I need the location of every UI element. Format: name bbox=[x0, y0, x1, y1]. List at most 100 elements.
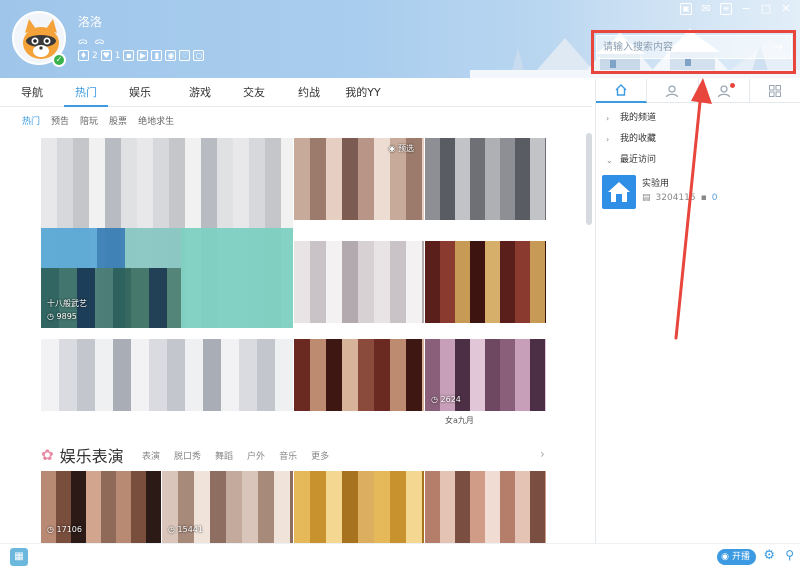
section-title[interactable]: 娱乐表演 bbox=[60, 443, 124, 467]
stream-card[interactable] bbox=[294, 241, 424, 323]
stream-card-viewers: ◷ 2624 bbox=[431, 395, 461, 404]
mobile-icon[interactable]: ▮ bbox=[151, 50, 163, 61]
tab-games[interactable]: 游戏 bbox=[172, 79, 228, 107]
tab-navigation[interactable]: 导航 bbox=[0, 79, 64, 107]
tab-my-yy[interactable]: 我的YY bbox=[338, 79, 388, 107]
stream-card-viewers: ◷ 17106 bbox=[47, 525, 82, 534]
live-icon: ◉ bbox=[721, 552, 729, 562]
tree-item-label: 我的频道 bbox=[620, 113, 657, 123]
chevron-right-icon[interactable]: › bbox=[540, 447, 545, 461]
recent-room-item[interactable]: 实验用 ▤ 3204115 ▪ 0 bbox=[602, 175, 717, 209]
go-live-label: 开播 bbox=[731, 552, 750, 562]
viewer-count: 15441 bbox=[177, 525, 203, 534]
username[interactable]: 洛洛 bbox=[78, 13, 102, 30]
minimize-icon[interactable]: − bbox=[740, 3, 752, 15]
message-icon[interactable]: ✉ bbox=[700, 3, 712, 15]
stream-grid: 十八般武艺 ◷ 9895 ◉ 预选 ◷ 2624 女a九月 ✿ 娱乐表演 表演 … bbox=[0, 133, 592, 543]
online-count: 0 bbox=[711, 193, 718, 203]
heart-icon[interactable]: ♡ bbox=[179, 50, 191, 61]
skin-icon[interactable]: ▣ bbox=[680, 3, 692, 15]
subnav-stocks[interactable]: 股票 bbox=[109, 114, 127, 127]
tab-battle[interactable]: 约战 bbox=[280, 79, 338, 107]
chevron-right-icon: › bbox=[606, 135, 610, 144]
go-live-button[interactable]: ◉ 开播 bbox=[717, 549, 756, 565]
notification-dot bbox=[729, 83, 735, 88]
tab-home[interactable] bbox=[596, 79, 648, 103]
viewer-count: 17106 bbox=[56, 525, 82, 534]
stream-card[interactable] bbox=[425, 138, 546, 220]
section-tab-talk[interactable]: 脱口秀 bbox=[174, 449, 201, 462]
section-tab-outdoor[interactable]: 户外 bbox=[247, 449, 265, 462]
viewer-count: 9895 bbox=[56, 312, 77, 321]
stream-card[interactable] bbox=[294, 339, 424, 411]
subnav-playmate[interactable]: 陪玩 bbox=[80, 114, 98, 127]
stream-card[interactable] bbox=[294, 471, 424, 543]
online-count-icon: ▪ bbox=[700, 193, 707, 203]
window-controls: ▣ ✉ ≡ − □ ✕ bbox=[680, 3, 792, 15]
main-nav: 导航 热门 娱乐 游戏 交友 约战 我的YY bbox=[0, 79, 592, 107]
stream-card[interactable]: ◷ 2624 bbox=[425, 339, 546, 411]
section-tab-more[interactable]: 更多 bbox=[311, 449, 329, 462]
scrollbar-thumb[interactable] bbox=[586, 133, 592, 225]
gear-icon[interactable]: ⚙ bbox=[763, 548, 775, 563]
tab-social[interactable]: 交友 bbox=[228, 79, 280, 107]
fans-count: 1 bbox=[114, 50, 121, 61]
channel-tree: › 我的频道 › 我的收藏 ⌄ 最近访问 bbox=[596, 103, 800, 171]
tree-item-recent[interactable]: ⌄ 最近访问 bbox=[596, 150, 800, 171]
section-tab-music[interactable]: 音乐 bbox=[279, 449, 297, 462]
app-center-icon[interactable]: ▦ bbox=[10, 548, 28, 566]
vip-icon[interactable]: ○ bbox=[193, 50, 205, 61]
stream-card[interactable] bbox=[425, 241, 546, 323]
section-tabs: 表演 脱口秀 舞蹈 户外 音乐 更多 bbox=[142, 449, 329, 462]
subnav-preview[interactable]: 预告 bbox=[51, 114, 69, 127]
room-id: 3204115 bbox=[655, 193, 696, 203]
home-icon bbox=[615, 84, 627, 96]
stream-card-caption: 十八般武艺 bbox=[47, 299, 87, 308]
flower-icon: ✿ bbox=[41, 446, 54, 464]
tree-item-label: 最近访问 bbox=[620, 155, 657, 165]
stream-card-caption: 女a九月 bbox=[445, 416, 474, 425]
sub-nav: 热门 预告 陪玩 股票 绝地求生 bbox=[0, 107, 592, 133]
subnav-pubg[interactable]: 绝地求生 bbox=[138, 114, 174, 127]
level-icon[interactable]: ♦ bbox=[78, 50, 89, 61]
gift-icon[interactable]: ♥ bbox=[100, 50, 112, 61]
chevron-down-icon: ⌄ bbox=[606, 156, 613, 165]
friend-icon bbox=[717, 85, 730, 98]
subnav-hot[interactable]: 热门 bbox=[22, 114, 40, 127]
maximize-icon[interactable]: □ bbox=[760, 3, 772, 15]
noble-icon[interactable]: ▪ bbox=[123, 50, 135, 61]
game-icon[interactable]: ◉ bbox=[165, 50, 177, 61]
video-icon[interactable]: ▶ bbox=[137, 50, 149, 61]
user-badges: ♦ 2 ♥ 1 ▪ ▶ ▮ ◉ ♡ ○ bbox=[78, 50, 205, 61]
tab-apps[interactable] bbox=[750, 79, 800, 103]
room-name: 实验用 bbox=[642, 179, 670, 189]
online-status-icon: ✓ bbox=[52, 53, 66, 67]
section-header: ✿ 娱乐表演 bbox=[41, 443, 124, 467]
chevron-right-icon: › bbox=[606, 114, 610, 123]
tab-hot[interactable]: 热门 bbox=[64, 79, 108, 107]
close-icon[interactable]: ✕ bbox=[780, 3, 792, 15]
preview-label: 预选 bbox=[398, 144, 414, 153]
search-icon[interactable]: ⚲ bbox=[785, 548, 794, 562]
section-tab-show[interactable]: 表演 bbox=[142, 449, 160, 462]
section-tab-dance[interactable]: 舞蹈 bbox=[215, 449, 233, 462]
stream-card[interactable]: ◷ 17106 bbox=[41, 471, 161, 543]
stream-card-featured[interactable]: 十八般武艺 ◷ 9895 bbox=[41, 138, 293, 328]
stream-card[interactable] bbox=[425, 471, 546, 543]
viewer-count: 2624 bbox=[440, 395, 461, 404]
settings-icon[interactable]: ≡ bbox=[720, 3, 732, 15]
tree-item-my-channels[interactable]: › 我的频道 bbox=[596, 108, 800, 129]
person-icon bbox=[666, 85, 679, 98]
room-meta: ▤ 3204115 ▪ 0 bbox=[642, 193, 717, 203]
tree-item-favorites[interactable]: › 我的收藏 bbox=[596, 129, 800, 150]
annotation-highlight-box bbox=[591, 30, 796, 74]
right-panel: › 我的频道 › 我的收藏 ⌄ 最近访问 实验用 ▤ 3204115 ▪ 0 bbox=[595, 79, 800, 543]
stream-card[interactable]: ◷ 15441 bbox=[162, 471, 293, 543]
preview-badge: ◉ 预选 bbox=[388, 144, 414, 153]
tab-entertainment[interactable]: 娱乐 bbox=[108, 79, 172, 107]
grid-icon bbox=[768, 85, 781, 97]
stream-card[interactable] bbox=[41, 339, 293, 411]
tab-friends[interactable] bbox=[699, 79, 750, 103]
tab-profile[interactable] bbox=[647, 79, 699, 103]
stream-card[interactable]: ◉ 预选 bbox=[294, 138, 424, 220]
